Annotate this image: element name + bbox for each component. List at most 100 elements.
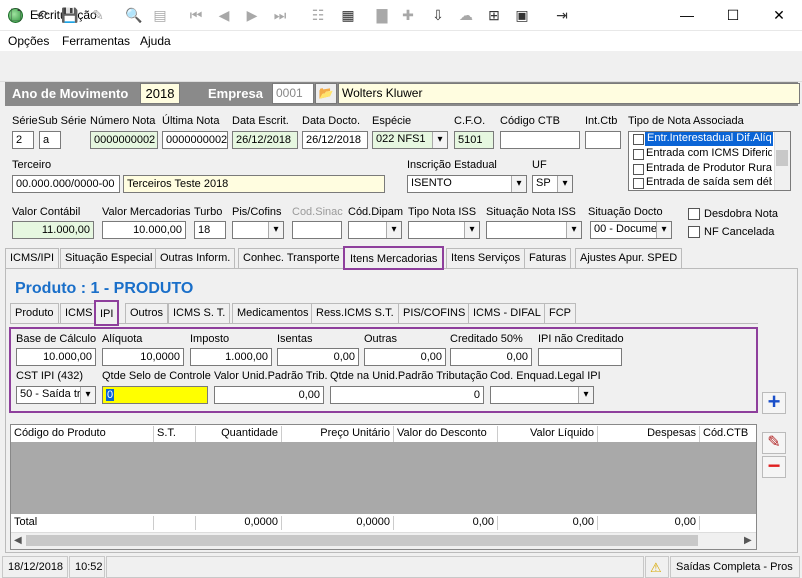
- prev-icon[interactable]: ◀: [214, 5, 234, 25]
- col-codigo[interactable]: Código do Produto: [11, 426, 154, 442]
- delete-icon[interactable]: ✎: [88, 5, 108, 25]
- cred50-input[interactable]: 0,00: [450, 348, 532, 366]
- tipo-checkbox-0[interactable]: [633, 134, 644, 145]
- close-button[interactable]: ✕: [756, 0, 802, 31]
- tree-icon[interactable]: ☷: [308, 5, 328, 25]
- tipo-item-2[interactable]: Entrada de Produtor Rural: [646, 162, 772, 174]
- enquad-select[interactable]: [490, 386, 594, 404]
- subtab-outros[interactable]: Outros: [125, 303, 169, 323]
- scroll-thumb[interactable]: [26, 535, 698, 546]
- outras-input[interactable]: 0,00: [364, 348, 446, 366]
- cfo-input[interactable]: 5101: [454, 131, 494, 149]
- naocred-input[interactable]: [538, 348, 622, 366]
- ie-select[interactable]: ISENTO: [407, 175, 527, 193]
- exit-icon[interactable]: ⇥: [552, 5, 572, 25]
- remove-icon[interactable]: −: [762, 455, 786, 478]
- tipo-checkbox-1[interactable]: [633, 149, 644, 160]
- docto-input[interactable]: 26/12/2018: [302, 131, 368, 149]
- col-despesas[interactable]: Despesas: [598, 426, 700, 442]
- subtab-icms-difal[interactable]: ICMS - DIFAL: [468, 303, 546, 323]
- next-icon[interactable]: ▶: [242, 5, 262, 25]
- nfe-icon[interactable]: ▤: [150, 5, 170, 25]
- preview-icon[interactable]: 🔍: [124, 5, 144, 25]
- tipo-checkbox-2[interactable]: [633, 164, 644, 175]
- col-preco[interactable]: Preço Unitário: [282, 426, 394, 442]
- selo-input[interactable]: 0: [102, 386, 208, 404]
- tipo-item-0[interactable]: Entr.Interestadual Dif.Alíq: [645, 132, 773, 146]
- turbo-input[interactable]: 18: [194, 221, 226, 239]
- col-codctb[interactable]: Cód.CTB: [700, 426, 756, 442]
- save-icon[interactable]: 💾: [60, 5, 80, 25]
- tipoiss-select[interactable]: [408, 221, 480, 239]
- col-liquido[interactable]: Valor Líquido: [498, 426, 598, 442]
- empresa-code[interactable]: 0001: [272, 83, 314, 104]
- tab-conhec-transporte[interactable]: Conhec. Transporte: [238, 248, 345, 268]
- edit-icon[interactable]: ✎: [762, 432, 786, 454]
- minimize-button[interactable]: —: [664, 0, 710, 31]
- especie-select[interactable]: 022 NFS1: [372, 131, 448, 149]
- tab-faturas[interactable]: Faturas: [524, 248, 572, 268]
- maximize-button[interactable]: ☐: [710, 0, 756, 31]
- scroll-left-icon[interactable]: ◀: [14, 535, 22, 546]
- cst-select[interactable]: 50 - Saída tr: [16, 386, 96, 404]
- terceiro-doc-input[interactable]: 00.000.000/0000-00: [12, 175, 120, 193]
- tipo-checkbox-3[interactable]: [633, 178, 644, 189]
- subtab-ress-icms-st[interactable]: Ress.ICMS S.T.: [311, 303, 399, 323]
- tab-itens-servicos[interactable]: Itens Serviços: [446, 248, 526, 268]
- tipo-item-3[interactable]: Entrada de saída sem débi: [646, 176, 772, 188]
- subtab-icms-st[interactable]: ICMS S. T.: [168, 303, 231, 323]
- escrit-input[interactable]: 26/12/2018: [232, 131, 298, 149]
- tipo-scroll-thumb[interactable]: [776, 150, 788, 166]
- undo-icon[interactable]: ↶: [32, 5, 52, 25]
- tab-outras-inform[interactable]: Outras Inform.: [155, 248, 236, 268]
- intctb-input[interactable]: [585, 131, 621, 149]
- menu-ajuda[interactable]: Ajuda: [140, 34, 171, 48]
- tab-situacao-especial[interactable]: Situação Especial: [60, 248, 158, 268]
- subtab-medicamentos[interactable]: Medicamentos: [232, 303, 314, 323]
- pis-select[interactable]: [232, 221, 284, 239]
- new-icon[interactable]: 🗋: [6, 5, 26, 25]
- report-icon[interactable]: ▣: [512, 5, 532, 25]
- subtab-produto[interactable]: Produto: [10, 303, 59, 323]
- tab-icms-ipi[interactable]: ICMS/IPI: [5, 248, 60, 268]
- menu-ferramentas[interactable]: Ferramentas: [62, 34, 130, 48]
- imposto-input[interactable]: 1.000,00: [190, 348, 272, 366]
- puzzle-icon[interactable]: ✚: [398, 5, 418, 25]
- subtab-fcp[interactable]: FCP: [544, 303, 576, 323]
- aliq-input[interactable]: 10,0000: [102, 348, 184, 366]
- unid-input[interactable]: 0,00: [214, 386, 324, 404]
- numero-input[interactable]: 0000000002: [90, 131, 158, 149]
- qtde-input[interactable]: 0: [330, 386, 484, 404]
- uf-select[interactable]: SP: [532, 175, 573, 193]
- menu-opcoes[interactable]: Opções: [8, 34, 49, 48]
- subtab-ipi[interactable]: IPI: [94, 300, 120, 326]
- sitdocto-select[interactable]: 00 - Documen: [590, 221, 672, 239]
- cib-icon[interactable]: ⊞: [484, 5, 504, 25]
- folder-icon[interactable]: ▇: [372, 5, 392, 25]
- col-quantidade[interactable]: Quantidade: [196, 426, 282, 442]
- merc-input[interactable]: 10.000,00: [102, 221, 186, 239]
- sitiss-select[interactable]: [486, 221, 582, 239]
- scroll-right-icon[interactable]: ▶: [744, 535, 752, 546]
- cancelada-checkbox[interactable]: [688, 226, 700, 238]
- folder-open-icon[interactable]: 📂: [315, 83, 337, 104]
- calc-icon[interactable]: ▦: [338, 5, 358, 25]
- col-desconto[interactable]: Valor do Desconto: [394, 426, 498, 442]
- ctb-input[interactable]: [500, 131, 580, 149]
- dipam-select[interactable]: [348, 221, 402, 239]
- last-icon[interactable]: ⏭: [270, 5, 290, 25]
- subtab-icms[interactable]: ICMS: [60, 303, 98, 323]
- col-st[interactable]: S.T.: [154, 426, 196, 442]
- ano-input[interactable]: 2018: [140, 83, 180, 104]
- first-icon[interactable]: ⏮: [186, 5, 206, 25]
- contabil-input[interactable]: 11.000,00: [12, 221, 94, 239]
- base-input[interactable]: 10.000,00: [16, 348, 96, 366]
- subserie-input[interactable]: a: [39, 131, 61, 149]
- tab-ajustes-sped[interactable]: Ajustes Apur. SPED: [575, 248, 683, 268]
- cloud-icon[interactable]: ☁: [456, 5, 476, 25]
- add-icon[interactable]: +: [762, 391, 786, 414]
- tipo-item-1[interactable]: Entrada com ICMS Diferido: [646, 147, 772, 159]
- desdobra-checkbox[interactable]: [688, 208, 700, 220]
- serie-input[interactable]: 2: [12, 131, 34, 149]
- tab-itens-mercadorias[interactable]: Itens Mercadorias: [343, 246, 445, 270]
